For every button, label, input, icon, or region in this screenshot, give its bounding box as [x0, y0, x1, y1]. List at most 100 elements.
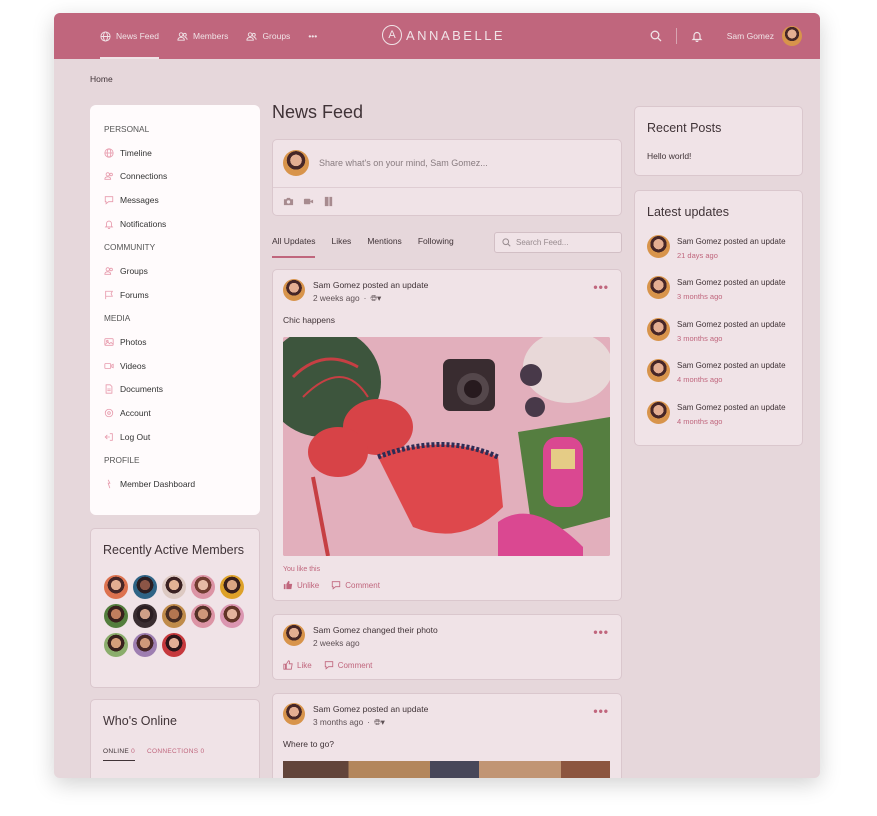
post-image[interactable] [283, 761, 610, 778]
recently-active-members-widget: Recently Active Members [90, 528, 260, 688]
image-icon [104, 337, 114, 347]
avatar [647, 359, 670, 382]
member-avatar[interactable] [162, 604, 186, 628]
globe-icon[interactable]: 🌐︎▾ [370, 292, 381, 305]
post-options-icon[interactable]: ••• [593, 704, 609, 718]
sidebar-item-logout[interactable]: Log Out [104, 425, 250, 449]
member-avatar[interactable] [220, 604, 244, 628]
sidebar-item-label: Forums [120, 289, 149, 300]
nav-news-feed-label: News Feed [116, 31, 159, 41]
post-composer[interactable]: Share what's on your mind, Sam Gomez... [272, 139, 622, 216]
nav-news-feed[interactable]: News Feed [100, 13, 159, 59]
avatar[interactable] [283, 703, 305, 725]
sidebar-item-documents[interactable]: Documents [104, 378, 250, 402]
bell-icon[interactable] [691, 30, 703, 42]
sidebar-item-connections[interactable]: Connections [104, 164, 250, 188]
like-summary[interactable]: You like this [283, 566, 320, 573]
update-item[interactable]: Sam Gomez posted an update 4 months ago [647, 359, 786, 387]
flag-icon [104, 290, 114, 300]
video-icon [104, 361, 114, 371]
member-avatar[interactable] [104, 575, 128, 599]
sidebar-item-label: Timeline [120, 147, 152, 158]
feed-search-input[interactable]: Search Feed... [494, 232, 622, 253]
search-icon [502, 238, 511, 247]
sidebar-item-messages[interactable]: Messages [104, 188, 250, 212]
divider [273, 187, 621, 188]
tab-connections[interactable]: CONNECTIONS 0 [147, 748, 204, 761]
logo-text: ANNABELLE [406, 27, 506, 43]
member-avatar[interactable] [162, 575, 186, 599]
comment-button[interactable]: Comment [331, 580, 380, 590]
post-author-line[interactable]: Sam Gomez changed their photo [313, 624, 438, 637]
search-icon[interactable] [650, 30, 662, 42]
sidebar-heading-personal: PERSONAL [104, 123, 150, 134]
member-avatar[interactable] [133, 633, 157, 657]
nav-groups-label: Groups [262, 31, 291, 41]
sidebar-item-member-dashboard[interactable]: Member Dashboard [104, 472, 250, 496]
site-logo[interactable]: A ANNABELLE [382, 25, 505, 45]
avatar[interactable] [283, 624, 305, 646]
user-name[interactable]: Sam Gomez [727, 31, 774, 41]
post-time[interactable]: 2 weeks ago [313, 637, 360, 650]
update-item[interactable]: Sam Gomez posted an update 4 months ago [647, 401, 786, 429]
people-icon [177, 31, 188, 41]
post-author-line[interactable]: Sam Gomez posted an update [313, 279, 428, 292]
member-avatar[interactable] [191, 604, 215, 628]
sidebar-highlight: PERSONAL Timeline Connections Messages N… [90, 105, 260, 515]
nav-groups[interactable]: Groups [246, 13, 290, 59]
page-title: News Feed [272, 102, 364, 122]
post-time[interactable]: 3 months ago [313, 716, 363, 729]
tab-mentions[interactable]: Mentions [367, 236, 402, 256]
composer-input[interactable]: Share what's on your mind, Sam Gomez... [319, 158, 488, 168]
member-avatar[interactable] [162, 633, 186, 657]
post-header: Sam Gomez posted an update 3 months ago ·… [283, 703, 428, 729]
tab-all-updates[interactable]: All Updates [272, 236, 316, 258]
avatar [647, 235, 670, 258]
camera-icon[interactable] [283, 196, 294, 207]
widget-title: Who's Online [103, 714, 177, 728]
member-avatar[interactable] [220, 575, 244, 599]
tab-following[interactable]: Following [418, 236, 454, 256]
update-item[interactable]: Sam Gomez posted an update 3 months ago [647, 318, 786, 346]
unlike-button[interactable]: Unlike [283, 580, 319, 590]
comment-button[interactable]: Comment [324, 660, 372, 670]
globe-icon[interactable]: 🌐︎▾ [374, 716, 385, 729]
sidebar-item-groups[interactable]: Groups [104, 259, 250, 283]
sidebar-item-notifications[interactable]: Notifications [104, 212, 250, 236]
video-icon[interactable] [303, 196, 314, 207]
post-image[interactable] [283, 337, 610, 556]
sidebar-item-label: Messages [120, 194, 159, 205]
like-button[interactable]: Like [283, 660, 312, 670]
sidebar-item-timeline[interactable]: Timeline [104, 141, 250, 165]
post-time[interactable]: 2 weeks ago [313, 292, 360, 305]
tab-likes[interactable]: Likes [331, 236, 351, 256]
post-options-icon[interactable]: ••• [593, 625, 609, 639]
post-options-icon[interactable]: ••• [593, 280, 609, 294]
sidebar-item-account[interactable]: Account [104, 401, 250, 425]
member-avatar[interactable] [104, 604, 128, 628]
sidebar-item-forums[interactable]: Forums [104, 283, 250, 307]
nav-more[interactable]: ••• [308, 13, 317, 59]
tab-online[interactable]: ONLINE 0 [103, 748, 136, 761]
member-avatar[interactable] [133, 575, 157, 599]
update-item[interactable]: Sam Gomez posted an update 3 months ago [647, 276, 786, 304]
post-author-line[interactable]: Sam Gomez posted an update [313, 703, 428, 716]
activity-post: Sam Gomez changed their photo 2 weeks ag… [272, 614, 622, 680]
post-header: Sam Gomez changed their photo 2 weeks ag… [283, 624, 438, 650]
recent-posts-widget: Recent Posts Hello world! [634, 106, 803, 176]
sidebar-item-videos[interactable]: Videos [104, 354, 250, 378]
breadcrumb[interactable]: Home [90, 74, 113, 84]
member-avatar[interactable] [104, 633, 128, 657]
member-avatar[interactable] [191, 575, 215, 599]
recent-post-link[interactable]: Hello world! [647, 151, 691, 161]
thumbs-up-icon [283, 580, 293, 590]
update-item[interactable]: Sam Gomez posted an update 21 days ago [647, 235, 786, 263]
sidebar-item-photos[interactable]: Photos [104, 330, 250, 354]
avatar[interactable] [283, 279, 305, 301]
document-icon[interactable] [323, 196, 334, 207]
member-avatar[interactable] [133, 604, 157, 628]
nav-members[interactable]: Members [177, 13, 228, 59]
sidebar-item-label: Log Out [120, 431, 151, 442]
sidebar-item-label: Videos [120, 360, 146, 371]
user-avatar[interactable] [782, 26, 802, 46]
